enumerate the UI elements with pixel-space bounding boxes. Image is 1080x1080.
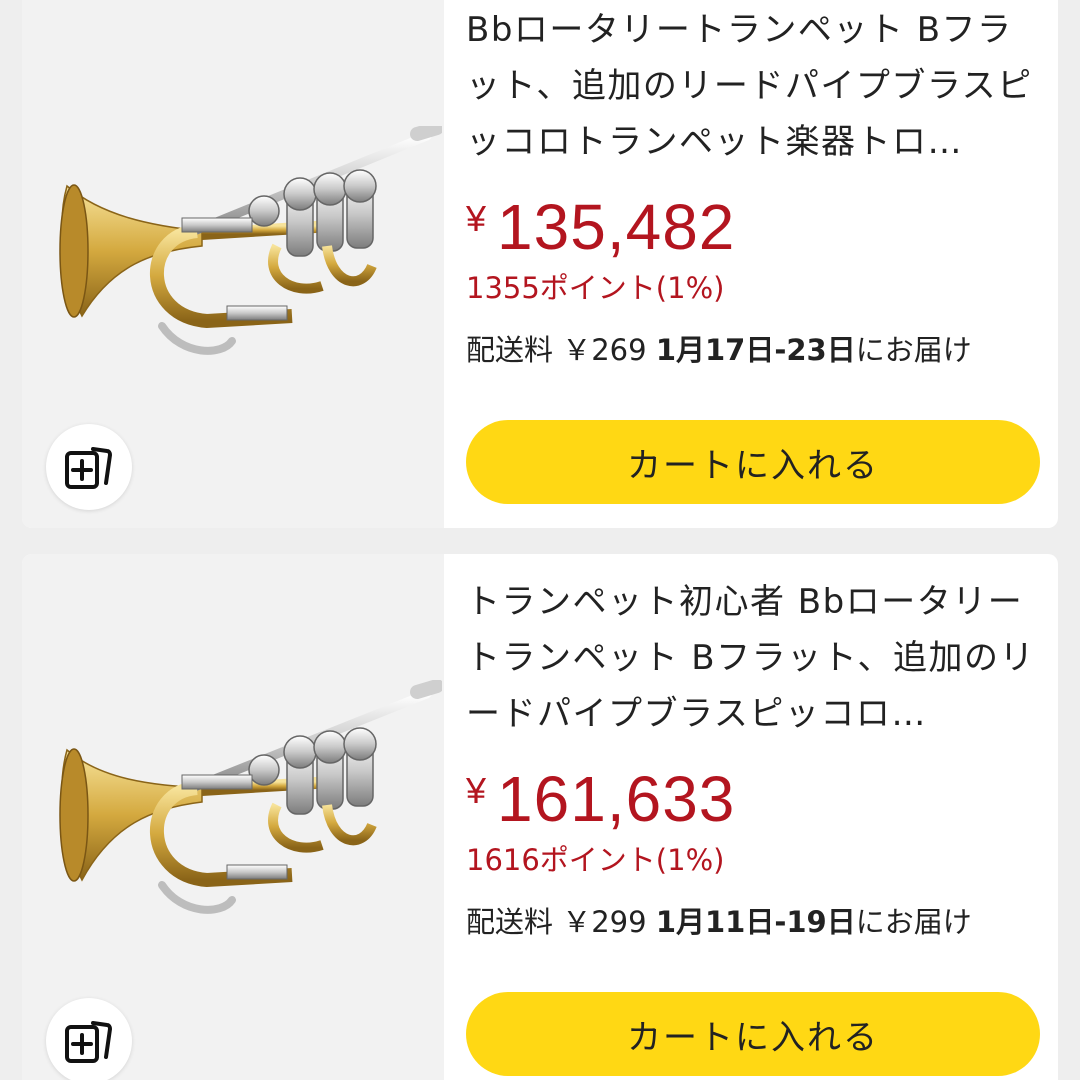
add-to-cart-button[interactable]: カートに入れる [466,420,1040,504]
product-title[interactable]: Bbロータリートランペット Bフラット、追加のリードパイプブラスピッコロトランペ… [466,2,1042,170]
add-to-list-icon [65,447,113,489]
shipping-info: 配送料 ￥269 1月17日-23日にお届け [466,330,1042,370]
delivery-suffix: にお届け [855,905,972,939]
product-price: ¥135,482 [466,184,1042,262]
product-info: Bbロータリートランペット Bフラット、追加のリードパイプブラスピッコロトランペ… [466,0,1042,504]
add-to-list-button[interactable] [46,998,132,1080]
delivery-date: 1月17日-23日 [655,333,856,367]
add-to-cart-button[interactable]: カートに入れる [466,992,1040,1076]
product-title[interactable]: トランペット初心者 Bbロータリートランペット Bフラット、追加のリードパイプブ… [466,574,1042,742]
add-to-list-button[interactable] [46,424,132,510]
price-value: 161,633 [497,763,736,835]
price-currency: ¥ [466,770,488,811]
product-info: トランペット初心者 Bbロータリートランペット Bフラット、追加のリードパイプブ… [466,554,1042,1076]
shipping-info: 配送料 ￥299 1月11日-19日にお届け [466,902,1042,942]
trumpet-image [59,126,442,355]
product-card[interactable]: トランペット初心者 Bbロータリートランペット Bフラット、追加のリードパイプブ… [22,554,1058,1080]
product-list: Bbロータリートランペット Bフラット、追加のリードパイプブラスピッコロトランペ… [0,0,1080,1080]
shipping-fee: ￥299 [562,905,647,939]
shipping-label: 配送料 [466,905,554,939]
price-value: 135,482 [497,191,736,263]
price-currency: ¥ [466,198,488,239]
delivery-date: 1月11日-19日 [655,905,856,939]
shipping-fee: ￥269 [562,333,647,367]
reward-points: 1355ポイント(1%) [466,271,725,305]
product-price: ¥161,633 [466,756,1042,834]
delivery-suffix: にお届け [855,333,972,367]
product-card[interactable]: Bbロータリートランペット Bフラット、追加のリードパイプブラスピッコロトランペ… [22,0,1058,528]
reward-points: 1616ポイント(1%) [466,843,725,877]
add-to-list-icon [65,1021,113,1063]
shipping-label: 配送料 [466,333,554,367]
trumpet-image [59,680,442,914]
